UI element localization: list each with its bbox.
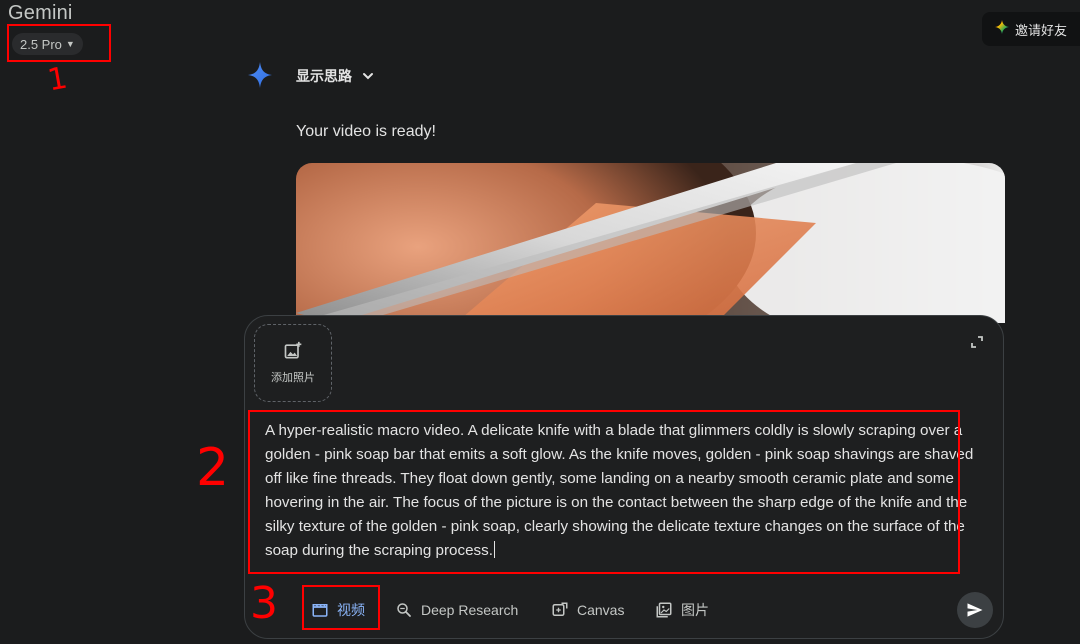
response-text: Your video is ready! [296,123,436,140]
tool-deep-research-label: Deep Research [421,602,519,618]
tool-image[interactable]: 图片 [655,598,709,622]
add-photo-button[interactable]: 添加照片 [254,324,332,402]
send-icon [967,603,983,617]
add-image-icon [284,341,302,359]
canvas-icon [552,602,568,616]
thoughts-label: 显示思路 [296,68,352,84]
tool-image-label: 图片 [681,602,709,618]
deep-research-icon [397,603,411,617]
annotation-box-1 [7,24,111,62]
app-title: Gemini [8,2,73,24]
annotation-label-1: 1 [45,60,70,99]
annotation-box-3 [302,585,380,630]
image-gallery-icon [656,602,672,618]
annotation-label-2: 2 [196,438,230,498]
gemini-sparkle-icon [248,62,272,88]
gemini-page: Gemini 2.5 Pro ▼ 邀请好友 1 显示思路 Your video … [0,0,1080,644]
show-thoughts-toggle[interactable]: 显示思路 [296,66,374,86]
tool-canvas-label: Canvas [577,602,625,618]
annotation-box-2 [248,410,960,574]
expand-icon[interactable] [970,335,984,349]
invite-label: 邀请好友 [1014,22,1067,38]
add-photo-label: 添加照片 [271,372,315,384]
chevron-down-icon [363,73,373,80]
tool-canvas[interactable]: Canvas [551,598,624,622]
video-preview[interactable] [296,163,1005,323]
tool-deep-research[interactable]: Deep Research [395,598,518,622]
sparkle-icon [994,20,1009,38]
annotation-label-3: 3 [250,578,278,629]
send-button[interactable] [957,592,993,628]
invite-friends-button[interactable]: 邀请好友 [982,12,1080,46]
